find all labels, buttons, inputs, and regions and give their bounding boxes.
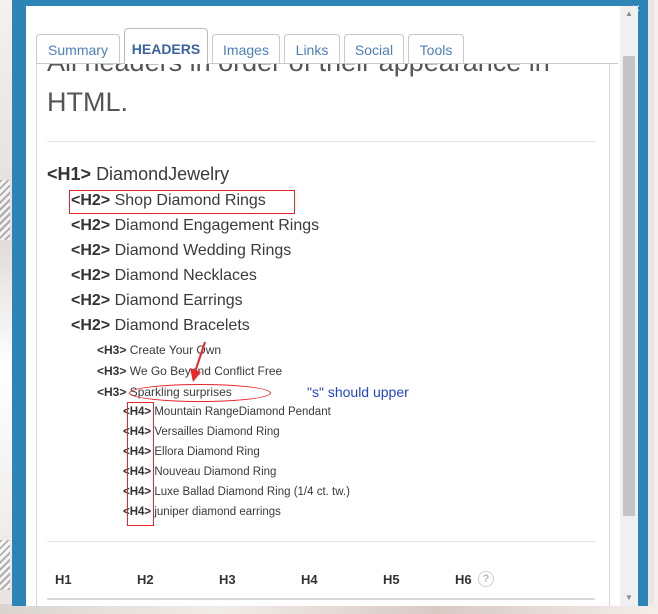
header-text: DiamondJewelry [96, 164, 230, 184]
background-page-right [654, 0, 658, 614]
background-jewelry-image [0, 180, 10, 240]
header-text: Diamond Engagement Rings [114, 217, 320, 234]
header-tag: <H2> [71, 317, 111, 334]
header-tag: <H3> [97, 385, 127, 399]
tab-headers[interactable]: HEADERS [124, 28, 208, 64]
tab-images[interactable]: Images [212, 34, 280, 64]
summary-h6-label: H6 [455, 572, 472, 587]
header-tag: <H4> [123, 446, 152, 458]
header-h2-row: <H2> Diamond Necklaces [71, 267, 257, 285]
header-tag: <H4> [123, 506, 152, 518]
tab-social[interactable]: Social [344, 34, 404, 64]
scrollbar[interactable]: ▲ ▼ [620, 6, 638, 606]
annotation-arrow-icon [190, 341, 206, 382]
header-tag: <H4> [123, 486, 152, 498]
summary-h1-label: H1 [55, 572, 72, 587]
summary-table-line [47, 598, 595, 600]
scroll-up-icon[interactable]: ▲ [620, 6, 638, 22]
header-h4-row: <H4> Mountain RangeDiamond Pendant [123, 406, 331, 418]
summary-h3-label: H3 [219, 572, 236, 587]
tab-summary[interactable]: Summary [36, 34, 120, 64]
header-text: Diamond Necklaces [114, 267, 257, 284]
scroll-down-icon[interactable]: ▼ [620, 590, 638, 606]
header-tag: <H4> [123, 426, 152, 438]
annotation-note: "s" should upper [307, 384, 409, 400]
header-tag: <H2> [71, 192, 111, 209]
header-h2-row: <H2> Diamond Bracelets [71, 317, 250, 335]
header-text: Luxe Ballad Diamond Ring (1/4 ct. tw.) [154, 486, 350, 498]
header-tag: <H2> [71, 267, 111, 284]
divider [47, 541, 595, 542]
header-tag: <H3> [97, 364, 127, 378]
header-tag: <H4> [123, 466, 152, 478]
header-text: Versailles Diamond Ring [154, 426, 280, 438]
header-h4-row: <H4> Versailles Diamond Ring [123, 426, 280, 438]
header-text: Diamond Earrings [114, 292, 243, 309]
header-h2-row: <H2> Diamond Earrings [71, 292, 243, 310]
header-tag: <H2> [71, 292, 111, 309]
headers-intro-text: All headers in order of their appearance… [47, 64, 550, 117]
header-h2-row: <H2> Diamond Engagement Rings [71, 217, 319, 235]
tab-links[interactable]: Links [284, 34, 340, 64]
header-h4-row: <H4> Ellora Diamond Ring [123, 446, 260, 458]
header-tag: <H3> [97, 343, 127, 357]
help-icon[interactable]: ? [478, 571, 494, 587]
header-text: Shop Diamond Rings [114, 192, 266, 209]
header-text: Diamond Bracelets [114, 317, 250, 334]
headers-panel: All headers in order of their appearance… [36, 64, 610, 606]
header-text: Mountain RangeDiamond Pendant [154, 406, 331, 418]
highlight-oval-h3 [129, 384, 271, 402]
summary-h5-label: H5 [383, 572, 400, 587]
header-tag: <H4> [123, 406, 152, 418]
header-tag: <H2> [71, 242, 111, 259]
header-h2-row: <H2> Diamond Wedding Rings [71, 242, 291, 260]
header-text: Nouveau Diamond Ring [154, 466, 277, 478]
seo-popup-content: Summary HEADERS Images Links Social Tool… [26, 6, 638, 606]
header-tag: <H2> [71, 217, 111, 234]
tab-tools[interactable]: Tools [408, 34, 464, 64]
header-h4-row: <H4> juniper diamond earrings [123, 506, 281, 518]
header-h4-row: <H4> Nouveau Diamond Ring [123, 466, 276, 478]
header-text: Ellora Diamond Ring [154, 446, 260, 458]
summary-h2-label: H2 [137, 572, 154, 587]
header-text: Diamond Wedding Rings [114, 242, 292, 259]
header-tag: <H1> [47, 164, 92, 184]
header-text: juniper diamond earrings [154, 506, 281, 518]
header-h2-row: <H2> Shop Diamond Rings [71, 192, 266, 210]
tab-bar: Summary HEADERS Images Links Social Tool… [26, 6, 638, 64]
header-h4-row: <H4> Luxe Ballad Diamond Ring (1/4 ct. t… [123, 486, 350, 498]
summary-h4-label: H4 [301, 572, 318, 587]
background-jewelry-image [0, 540, 10, 590]
seo-popup-frame: × Summary HEADERS Images Links Social To… [12, 0, 648, 606]
divider [47, 141, 595, 142]
header-h1-row: <H1> DiamondJewelry [47, 164, 229, 185]
scrollbar-thumb[interactable] [623, 56, 635, 516]
